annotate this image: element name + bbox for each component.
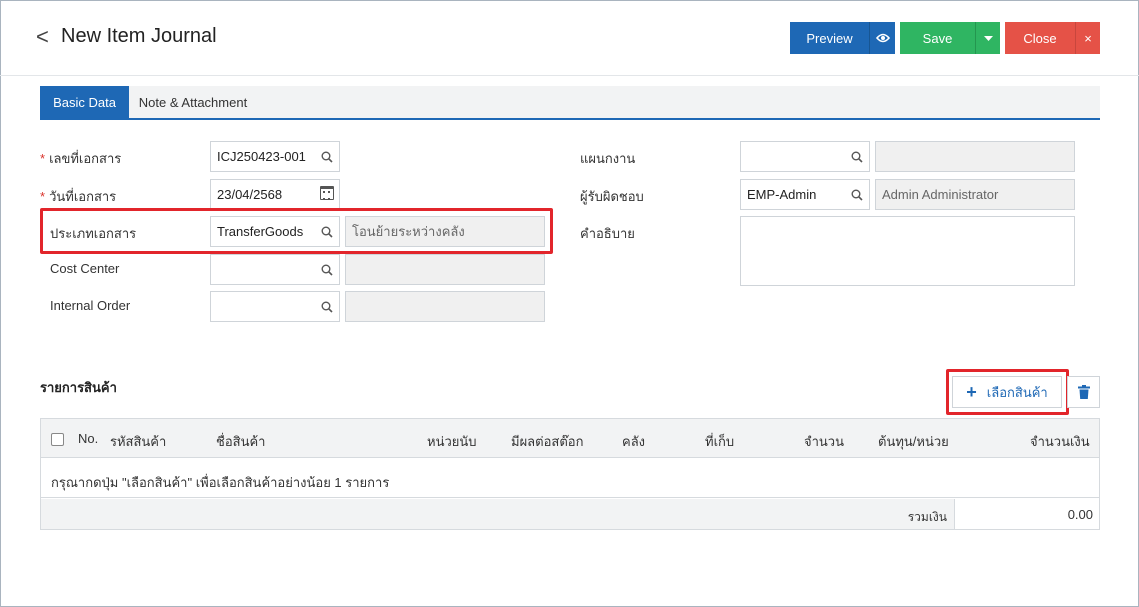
doc-type-highlight-box — [40, 208, 553, 254]
col-unit: หน่วยนับ — [427, 434, 477, 449]
search-icon[interactable] — [321, 301, 333, 313]
items-table: No. รหัสสินค้า ชื่อสินค้า หน่วยนับ มีผลต… — [40, 418, 1100, 530]
responsible-label: ผู้รับผิดชอบ — [580, 189, 644, 204]
empty-message: กรุณากดปุ่ม "เลือกสินค้า" เพื่อเลือกสินค… — [51, 475, 390, 490]
select-all-checkbox[interactable] — [51, 433, 64, 446]
doc-no-value: ICJ250423-001 — [217, 149, 306, 164]
search-icon[interactable] — [851, 151, 863, 163]
internal-order-field[interactable] — [210, 291, 340, 322]
save-button[interactable]: Save — [900, 22, 975, 54]
trash-icon — [1077, 385, 1090, 399]
calendar-icon[interactable] — [320, 186, 334, 200]
department-field[interactable] — [740, 141, 870, 172]
internal-order-label: Internal Order — [50, 298, 131, 313]
page-header: < New Item Journal Preview Save Close × — [0, 0, 1139, 76]
doc-date-field[interactable]: 23/04/2568 — [210, 179, 340, 210]
cost-center-field[interactable] — [210, 254, 340, 285]
items-table-header: No. รหัสสินค้า ชื่อสินค้า หน่วยนับ มีผลต… — [41, 419, 1099, 458]
responsible-field[interactable]: EMP-Admin — [740, 179, 870, 210]
col-no: No. — [78, 431, 99, 446]
internal-order-desc — [345, 291, 545, 322]
responsible-value: EMP-Admin — [747, 187, 817, 202]
preview-button[interactable]: Preview — [790, 22, 869, 54]
col-product-name: ชื่อสินค้า — [216, 434, 266, 449]
col-unit-cost: ต้นทุน/หน่วย — [878, 434, 949, 449]
department-label: แผนกงาน — [580, 151, 636, 166]
caret-down-icon — [983, 35, 993, 41]
tab-bar: Basic Data Note & Attachment — [40, 86, 1100, 120]
total-label: รวมเงิน — [907, 510, 947, 524]
col-affect-stock: มีผลต่อสต๊อก — [511, 434, 584, 449]
search-icon[interactable] — [321, 151, 333, 163]
tab-note-attachment[interactable]: Note & Attachment — [129, 86, 257, 118]
doc-date-value: 23/04/2568 — [217, 187, 283, 202]
eye-icon — [875, 33, 890, 43]
col-quantity: จำนวน — [804, 434, 844, 449]
responsible-desc: Admin Administrator — [875, 179, 1075, 210]
page-title: New Item Journal — [61, 25, 217, 47]
close-x-icon[interactable]: × — [1075, 22, 1100, 54]
back-icon[interactable]: < — [36, 24, 49, 50]
save-dropdown-button[interactable] — [975, 22, 1000, 54]
total-value-cell: 0.00 — [954, 499, 1099, 529]
department-desc — [875, 141, 1075, 172]
close-button[interactable]: Close — [1005, 22, 1075, 54]
search-icon[interactable] — [851, 189, 863, 201]
table-footer: รวมเงิน 0.00 — [41, 499, 1099, 529]
preview-eye-button[interactable] — [869, 22, 895, 54]
items-section-title: รายการสินค้า — [40, 380, 117, 395]
tab-basic-data[interactable]: Basic Data — [40, 86, 129, 118]
col-product-code: รหัสสินค้า — [110, 434, 167, 449]
cost-center-desc — [345, 254, 545, 285]
col-amount: จำนวนเงิน — [1030, 434, 1090, 449]
doc-date-label: * วันที่เอกสาร — [40, 189, 117, 204]
description-label: คำอธิบาย — [580, 226, 635, 241]
col-location: ที่เก็บ — [705, 434, 735, 449]
col-warehouse: คลัง — [622, 434, 646, 449]
select-product-highlight-box — [946, 369, 1069, 415]
table-empty-row: กรุณากดปุ่ม "เลือกสินค้า" เพื่อเลือกสินค… — [41, 459, 1099, 498]
doc-no-field[interactable]: ICJ250423-001 — [210, 141, 340, 172]
doc-no-label: * เลขที่เอกสาร — [40, 151, 122, 166]
cost-center-label: Cost Center — [50, 261, 120, 276]
delete-button[interactable] — [1067, 376, 1100, 408]
search-icon[interactable] — [321, 264, 333, 276]
description-textarea[interactable] — [740, 216, 1075, 286]
total-value: 0.00 — [1067, 507, 1093, 522]
